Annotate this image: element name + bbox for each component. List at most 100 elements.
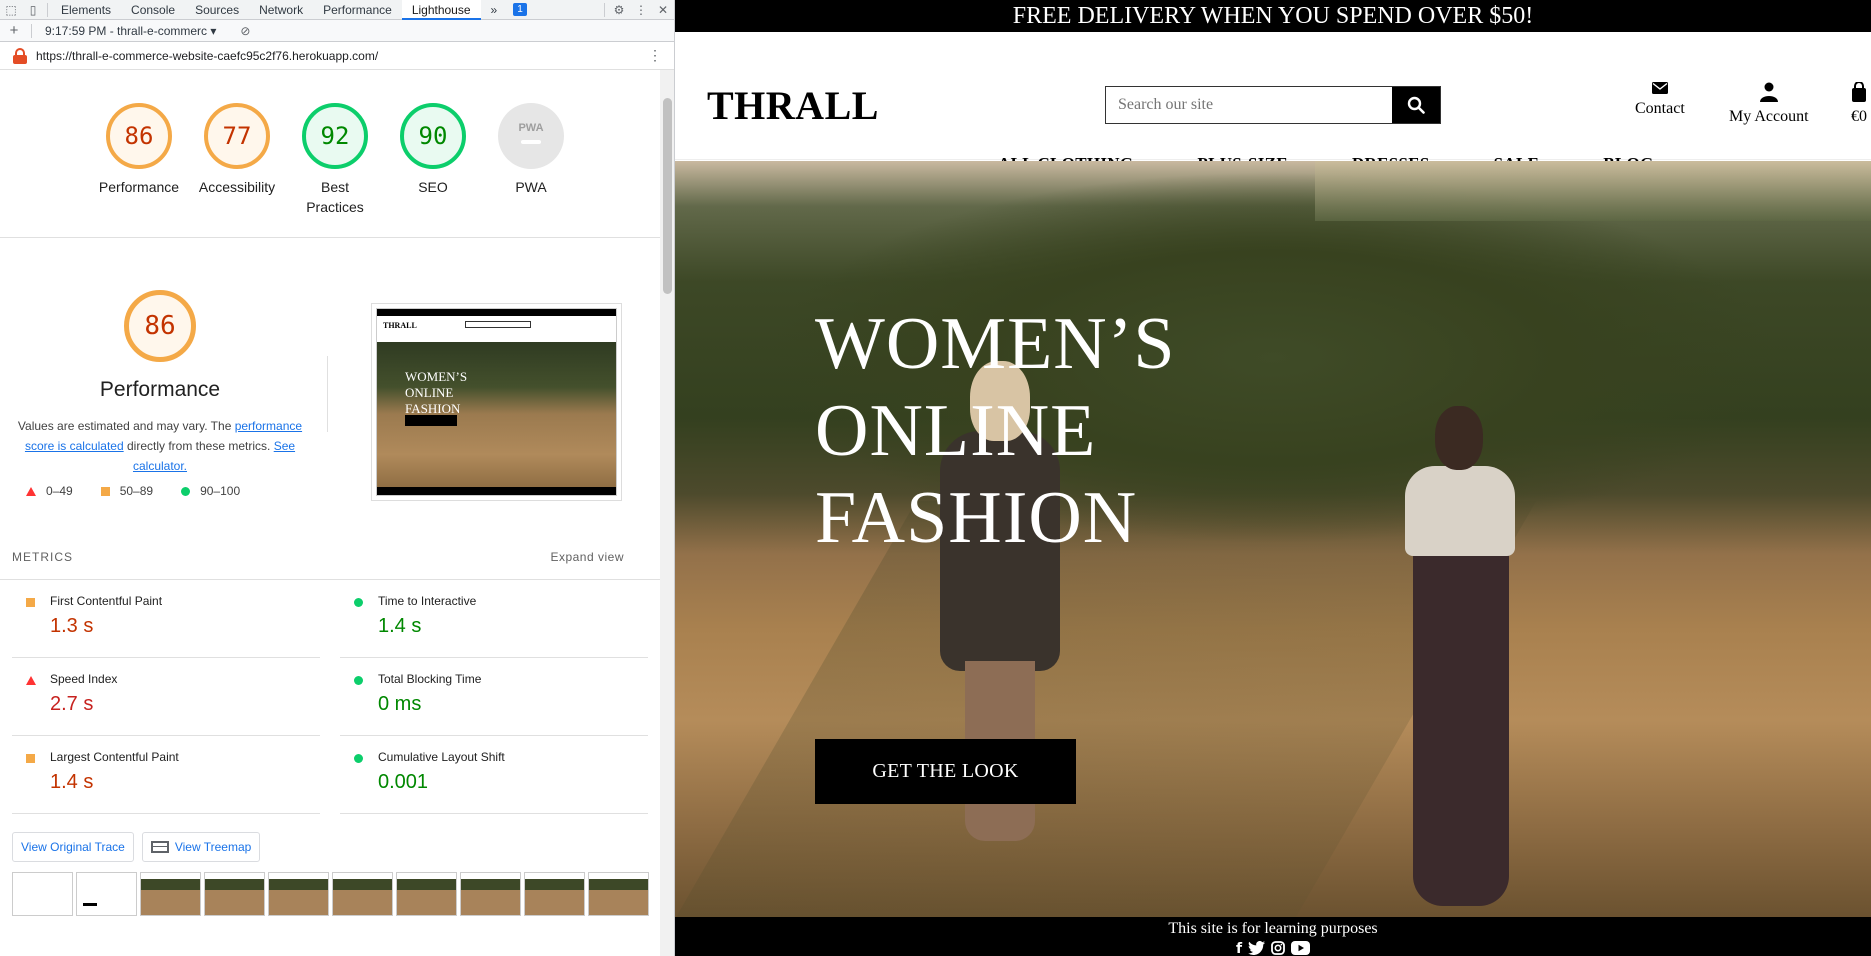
- gauge-seo[interactable]: 90 SEO: [384, 103, 482, 237]
- performance-description: Values are estimated and may vary. The p…: [14, 416, 306, 476]
- tab-performance[interactable]: Performance: [313, 0, 402, 20]
- contact-link[interactable]: Contact: [1635, 82, 1685, 118]
- search-input[interactable]: [1106, 87, 1392, 123]
- divider: [327, 356, 328, 432]
- new-report-button[interactable]: +: [0, 22, 28, 39]
- tab-sources[interactable]: Sources: [185, 0, 249, 20]
- tab-console[interactable]: Console: [121, 0, 185, 20]
- triangle-icon: [26, 486, 36, 496]
- youtube-icon[interactable]: [1291, 941, 1311, 955]
- search-form: [1105, 86, 1441, 124]
- hero-model-right: [1395, 406, 1525, 917]
- site-logo[interactable]: THRALL: [707, 82, 879, 129]
- metric-cumulative-layout-shift: Cumulative Layout Shift 0.001: [340, 736, 648, 814]
- legend-label: 0–49: [46, 484, 73, 498]
- filmstrip-frame: [76, 872, 137, 916]
- legend-label: 90–100: [200, 484, 241, 498]
- tab-elements[interactable]: Elements: [51, 0, 121, 20]
- issues-badge[interactable]: 1: [513, 3, 527, 16]
- metric-name: First Contentful Paint: [50, 594, 163, 608]
- desc-text: Values are estimated and may vary. The: [17, 419, 235, 433]
- gauge-pwa[interactable]: PWA PWA: [482, 103, 580, 237]
- metrics-header: METRICS Expand view: [0, 534, 660, 580]
- hero-line: FASHION: [815, 477, 1138, 559]
- triangle-icon: [26, 676, 36, 685]
- hero-banner: WOMEN’S ONLINE FASHION GET THE LOOK: [675, 161, 1871, 917]
- scrollbar-thumb[interactable]: [663, 98, 672, 294]
- account-label: My Account: [1729, 108, 1809, 125]
- my-account-link[interactable]: My Account: [1729, 82, 1809, 126]
- category-gauges: 86 Performance 77 Accessibility 92 Best …: [0, 70, 660, 238]
- report-select[interactable]: 9:17:59 PM - thrall-e-commerc ▾: [45, 24, 216, 38]
- legend-label: 50–89: [119, 484, 154, 498]
- get-the-look-button[interactable]: GET THE LOOK: [815, 739, 1076, 804]
- close-icon[interactable]: ✕: [652, 0, 674, 20]
- gauge-accessibility[interactable]: 77 Accessibility: [188, 103, 286, 237]
- metric-largest-contentful-paint: Largest Contentful Paint 1.4 s: [12, 736, 320, 814]
- metric-value: 1.3 s: [50, 615, 94, 637]
- gauge-best-practices[interactable]: 92 Best Practices: [286, 103, 384, 237]
- thumbnail-hero-text: WOMEN’S ONLINE FASHION: [405, 369, 468, 416]
- gauge-label: PWA: [515, 179, 547, 195]
- lighthouse-report[interactable]: 86 Performance 77 Accessibility 92 Best …: [0, 70, 660, 956]
- more-tabs-button[interactable]: »: [481, 0, 508, 20]
- gauge-performance[interactable]: 86 Performance: [90, 103, 188, 237]
- instagram-icon[interactable]: [1271, 941, 1285, 955]
- circle-icon: [354, 754, 363, 763]
- filmstrip-frame: [588, 872, 649, 916]
- footer-text: This site is for learning purposes: [1168, 920, 1378, 937]
- report-menu-icon[interactable]: ⋮: [648, 47, 662, 64]
- metric-first-contentful-paint: First Contentful Paint 1.3 s: [12, 580, 320, 658]
- filmstrip: [0, 862, 660, 916]
- view-original-trace-button[interactable]: View Original Trace: [12, 832, 134, 862]
- gauge-label: Accessibility: [198, 179, 276, 195]
- shopping-bag-icon: [1852, 82, 1866, 102]
- metric-name: Largest Contentful Paint: [50, 750, 179, 764]
- gauge-label: Performance: [98, 179, 180, 195]
- search-button[interactable]: [1392, 87, 1440, 123]
- twitter-icon[interactable]: [1248, 941, 1266, 955]
- square-icon: [100, 486, 110, 496]
- circle-icon: [354, 598, 363, 607]
- filmstrip-frame: [332, 872, 393, 916]
- metric-value: 1.4 s: [50, 771, 94, 793]
- kebab-menu-icon[interactable]: ⋮: [630, 0, 652, 20]
- envelope-icon: [1651, 82, 1668, 94]
- audited-url: https://thrall-e-commerce-website-caefc9…: [36, 48, 379, 63]
- cart-link[interactable]: €0: [1851, 82, 1867, 126]
- device-toolbar-icon[interactable]: ▯: [22, 0, 44, 20]
- filmstrip-frame: [524, 872, 585, 916]
- metric-name: Total Blocking Time: [378, 672, 482, 686]
- divider: [604, 2, 605, 17]
- desc-text: directly from these metrics.: [123, 439, 274, 453]
- metric-name: Cumulative Layout Shift: [378, 750, 505, 764]
- url-bar: https://thrall-e-commerce-website-caefc9…: [0, 42, 674, 70]
- pwa-dash: [521, 140, 541, 144]
- view-treemap-button[interactable]: View Treemap: [141, 832, 261, 862]
- facebook-icon[interactable]: f: [1236, 941, 1242, 956]
- pwa-badge-text: PWA: [518, 122, 544, 134]
- hero-heading: WOMEN’S ONLINE FASHION: [815, 301, 1176, 562]
- metric-name: Speed Index: [50, 672, 118, 686]
- tab-network[interactable]: Network: [249, 0, 313, 20]
- score-legend: 0–49 50–89 90–100: [26, 484, 268, 498]
- clear-reports-icon[interactable]: ⊘: [240, 24, 250, 38]
- gear-icon[interactable]: ⚙: [608, 0, 630, 20]
- treemap-icon: [150, 841, 169, 853]
- performance-section: 86 Performance Values are estimated and …: [0, 238, 660, 534]
- trace-buttons: View Original Trace View Treemap: [0, 814, 660, 862]
- gauge-label: SEO: [418, 179, 448, 195]
- report-scrollbar[interactable]: [660, 70, 674, 956]
- filmstrip-frame: [460, 872, 521, 916]
- contact-label: Contact: [1635, 100, 1685, 117]
- expand-view-button[interactable]: Expand view: [550, 550, 624, 564]
- performance-score-gauge: 86: [124, 290, 196, 362]
- gauge-label: Best Practices: [306, 179, 364, 215]
- inspect-element-icon[interactable]: ⬚: [0, 0, 22, 20]
- final-screenshot[interactable]: THRALL WOMEN’S ONLINE FASHION: [371, 303, 622, 501]
- screenshot-thumbnail: THRALL WOMEN’S ONLINE FASHION: [376, 308, 617, 496]
- cart-total: €0: [1851, 108, 1867, 125]
- tab-lighthouse[interactable]: Lighthouse: [401, 0, 481, 20]
- issues-count: 1: [517, 4, 523, 15]
- legend-average: 50–89: [100, 484, 154, 498]
